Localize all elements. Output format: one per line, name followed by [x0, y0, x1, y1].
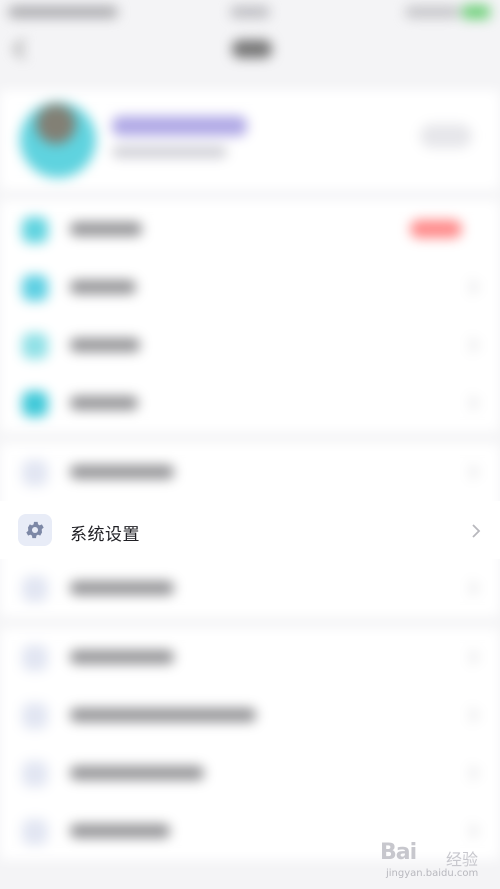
item-label	[70, 396, 138, 410]
screen: 系统设置 Bai 经验 jingyan.baidu.com	[0, 0, 500, 889]
item-icon	[22, 703, 48, 729]
battery-icon	[462, 5, 490, 19]
item-label	[70, 581, 174, 595]
group-one	[0, 200, 500, 432]
item-icon	[22, 761, 48, 787]
list-item[interactable]	[0, 686, 500, 744]
item-icon	[22, 333, 48, 359]
list-item[interactable]	[0, 200, 500, 258]
list-item[interactable]	[0, 316, 500, 374]
status-time	[230, 6, 270, 18]
status-bar	[0, 0, 500, 28]
system-settings-label: 系统设置	[70, 525, 140, 545]
item-label	[70, 280, 136, 294]
profile-action-pill[interactable]	[420, 124, 472, 148]
chevron-right-icon	[463, 765, 479, 781]
page-title	[232, 40, 272, 58]
item-label	[70, 465, 174, 479]
list-item[interactable]	[0, 443, 500, 501]
profile-card[interactable]	[0, 90, 500, 190]
chevron-right-icon	[463, 395, 479, 411]
profile-subtitle	[112, 146, 227, 158]
system-settings-item[interactable]: 系统设置	[0, 501, 500, 559]
list-item[interactable]	[0, 628, 500, 686]
item-icon	[22, 460, 48, 486]
status-right	[405, 6, 460, 18]
list-item[interactable]	[0, 258, 500, 316]
back-icon[interactable]	[13, 39, 33, 59]
chevron-right-icon	[463, 279, 479, 295]
item-label	[70, 708, 256, 722]
item-icon	[22, 275, 48, 301]
chevron-right-icon	[467, 522, 485, 540]
item-icon	[22, 576, 48, 602]
chevron-right-icon	[463, 649, 479, 665]
list-item[interactable]	[0, 559, 500, 617]
watermark-logo: Bai 经验 jingyan.baidu.com	[380, 836, 496, 882]
avatar-face	[36, 104, 76, 144]
list-item[interactable]	[0, 744, 500, 802]
item-icon	[22, 217, 48, 243]
item-label	[70, 824, 170, 838]
watermark-brand: Bai	[380, 840, 417, 865]
watermark-url: jingyan.baidu.com	[386, 868, 479, 879]
chevron-right-icon	[463, 337, 479, 353]
list-item[interactable]	[0, 374, 500, 432]
item-label	[70, 766, 204, 780]
item-icon	[22, 819, 48, 845]
group-three	[0, 628, 500, 860]
item-icon	[22, 391, 48, 417]
watermark-brand-cn: 经验	[446, 850, 479, 869]
item-label	[70, 650, 174, 664]
status-left	[8, 6, 118, 18]
item-icon	[22, 645, 48, 671]
profile-name	[112, 116, 247, 136]
item-label	[70, 222, 142, 236]
item-label	[70, 338, 140, 352]
chevron-right-icon	[463, 707, 479, 723]
gear-icon	[18, 514, 52, 546]
header	[0, 28, 500, 74]
chevron-right-icon	[463, 464, 479, 480]
chevron-right-icon	[463, 580, 479, 596]
badge	[410, 220, 462, 238]
